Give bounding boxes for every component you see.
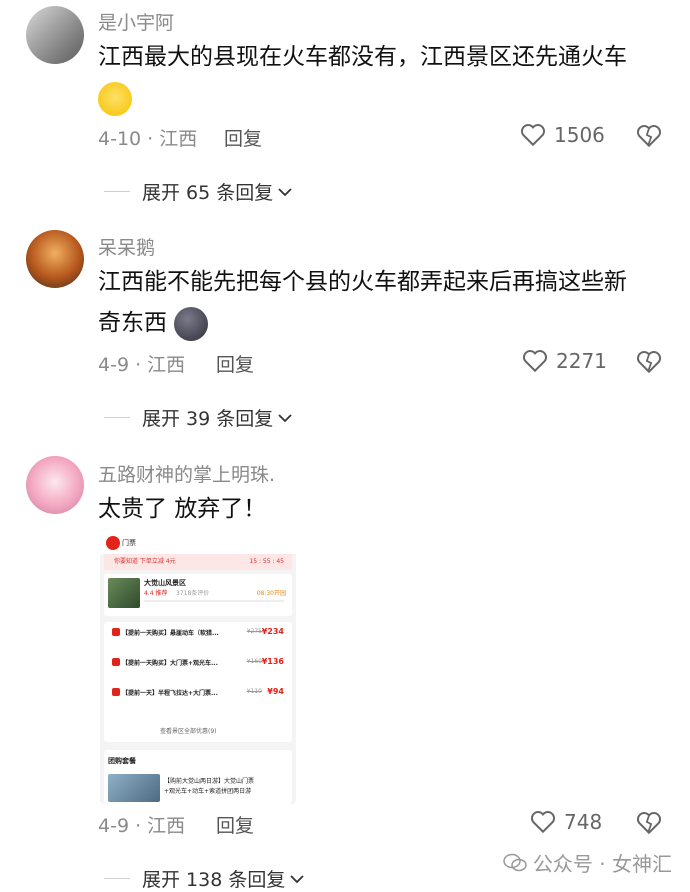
ticket-old-price: ¥275 <box>246 628 262 635</box>
watermark: 公众号 · 女神汇 <box>503 848 672 877</box>
crying-emoji-icon <box>98 81 132 116</box>
ticket-title: 【提前一天购买】悬崖动车（软猎... <box>122 630 219 637</box>
like-button[interactable]: 1506 <box>520 123 605 147</box>
dark-face-emoji-icon <box>174 306 209 341</box>
username[interactable]: 是小宇阿 <box>98 8 174 35</box>
ticket-old-price: ¥110 <box>246 688 262 695</box>
reviews: 3718条评价 <box>176 590 210 597</box>
countdown: 15 : 55 : 45 <box>249 558 284 565</box>
dislike-icon[interactable] <box>636 350 662 374</box>
comment-text-content: 江西最大的县现在火车都没有，江西景区还先通火车 <box>98 44 627 70</box>
like-button[interactable]: 2271 <box>522 349 607 373</box>
heart-icon <box>522 350 548 373</box>
ticket-old-price: ¥160 <box>246 658 262 665</box>
open-time: 08:30开园 <box>256 590 286 597</box>
ticket-price: ¥136 <box>261 657 284 666</box>
comment-text: 江西能不能先把每个县的火车都弄起来后再搞这些新 奇东西 <box>98 262 650 344</box>
avatar[interactable] <box>26 456 84 514</box>
ticket-title: 【提前一天】半程飞拉达+大门票... <box>122 690 218 697</box>
group-item-line1: 【购前大觉山两日游】大觉山门票 <box>164 778 255 785</box>
date-location: 4-9 · 江西 <box>98 354 186 376</box>
expand-label: 展开 39 条回复 <box>142 408 274 430</box>
group-item-line2: +观光车+动车+索道拼团两日游 <box>164 788 252 795</box>
expand-replies[interactable]: 展开 65 条回复 <box>104 178 293 205</box>
attached-screenshot-image[interactable]: 门票 你要知道 下单立减 4元 15 : 55 : 45 大觉山风景区 4.4 … <box>100 532 296 804</box>
expand-label: 展开 138 条回复 <box>142 869 286 891</box>
screenshot-header: 门票 <box>122 539 136 547</box>
expand-label: 展开 65 条回复 <box>142 182 274 204</box>
like-button[interactable]: 748 <box>530 810 602 834</box>
reply-button[interactable]: 回复 <box>216 811 254 838</box>
rating: 4.4 推荐 <box>144 590 168 597</box>
comment-text: 江西最大的县现在火车都没有，江西景区还先通火车 <box>98 37 650 119</box>
ticket-list: 【提前一天购买】悬崖动车（软猎... ¥275 ¥234 【提前一天购买】大门票… <box>104 622 292 742</box>
scenic-card: 大觉山风景区 4.4 推荐 3718条评价 08:30开园 <box>104 574 292 616</box>
date-location: 4-10 · 江西 <box>98 128 198 150</box>
group-title: 团购套餐 <box>108 757 136 765</box>
watermark-text: 公众号 · 女神汇 <box>532 852 672 876</box>
chevron-down-icon <box>290 874 304 883</box>
username[interactable]: 五路财神的掌上明珠. <box>98 460 275 487</box>
reply-button[interactable]: 回复 <box>216 350 254 377</box>
username[interactable]: 呆呆鹅 <box>98 233 155 260</box>
like-count: 2271 <box>556 349 607 373</box>
like-count: 748 <box>564 810 603 834</box>
heart-icon <box>520 124 546 147</box>
notice-bar: 你要知道 下单立减 4元 15 : 55 : 45 <box>104 554 292 570</box>
ticket-item-1[interactable]: 【提前一天购买】悬崖动车（软猎... ¥275 ¥234 <box>104 627 292 654</box>
ticket-price: ¥234 <box>261 627 284 636</box>
chevron-down-icon <box>278 413 292 422</box>
notice-text: 你要知道 下单立减 4元 <box>114 558 176 565</box>
dislike-icon[interactable] <box>636 811 662 835</box>
see-all-offers[interactable]: 查看景区全部优惠(9) <box>160 726 217 735</box>
heart-icon <box>530 811 556 834</box>
ticket-title: 【提前一天购买】大门票+观光车... <box>122 660 218 667</box>
date-location: 4-9 · 江西 <box>98 815 186 837</box>
reply-button[interactable]: 回复 <box>224 124 262 151</box>
expand-replies[interactable]: 展开 138 条回复 <box>104 865 305 892</box>
like-count: 1506 <box>554 123 605 147</box>
ticket-price: ¥94 <box>267 687 284 696</box>
ticket-item-3[interactable]: 【提前一天】半程飞拉达+大门票... ¥110 ¥94 <box>104 687 292 714</box>
avatar[interactable] <box>26 6 84 64</box>
avatar[interactable] <box>26 230 84 288</box>
ticket-item-2[interactable]: 【提前一天购买】大门票+观光车... ¥160 ¥136 <box>104 657 292 684</box>
dislike-icon[interactable] <box>636 124 662 148</box>
group-package-card: 团购套餐 【购前大觉山两日游】大觉山门票 +观光车+动车+索道拼团两日游 <box>104 750 292 804</box>
chevron-down-icon <box>278 187 292 196</box>
wechat-icon <box>503 853 527 871</box>
comment-text: 太贵了 放弃了！ <box>98 496 267 522</box>
scenic-name: 大觉山风景区 <box>144 579 186 587</box>
comment-text-line2: 奇东西 <box>98 310 167 336</box>
comment-text-line1: 江西能不能先把每个县的火车都弄起来后再搞这些新 <box>98 269 627 295</box>
expand-replies[interactable]: 展开 39 条回复 <box>104 404 293 431</box>
